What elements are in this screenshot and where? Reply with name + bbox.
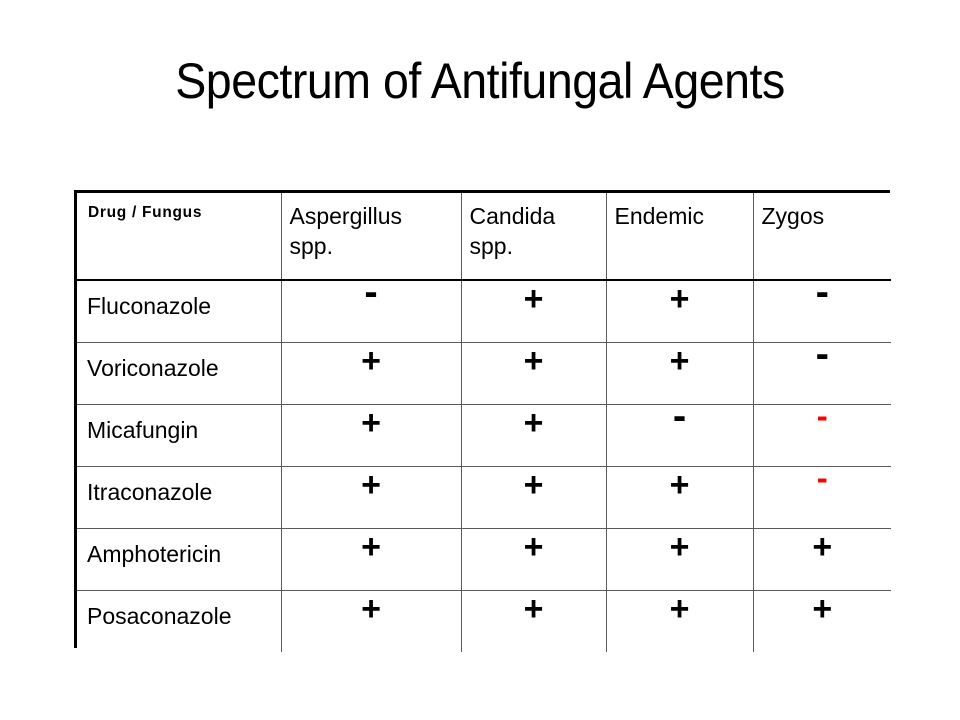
drug-name-cell: Voriconazole xyxy=(77,342,282,405)
susceptibility-cell: + xyxy=(461,590,607,652)
susceptibility-cell: + xyxy=(753,528,891,591)
column-header-line2: spp. xyxy=(469,233,513,259)
susceptibility-cell: - xyxy=(281,270,462,343)
susceptibility-cell: + xyxy=(606,466,754,529)
susceptibility-symbol: + xyxy=(812,528,833,566)
susceptibility-cell: + xyxy=(461,280,607,343)
drug-name-cell: Fluconazole xyxy=(77,280,282,343)
susceptibility-cell: + xyxy=(606,590,754,652)
susceptibility-cell: - xyxy=(606,394,754,467)
susceptibility-cell: - xyxy=(753,397,891,467)
susceptibility-cell: + xyxy=(281,404,462,467)
susceptibility-symbol: - xyxy=(672,394,687,438)
table-row: Itraconazole + + + - xyxy=(77,459,891,529)
column-header-line2: spp. xyxy=(289,233,333,259)
drug-name-label: Voriconazole xyxy=(87,355,219,381)
drug-name-cell: Posaconazole xyxy=(77,590,282,652)
susceptibility-symbol: + xyxy=(523,466,544,504)
susceptibility-symbol: - xyxy=(816,459,828,496)
susceptibility-symbol: + xyxy=(812,590,833,628)
susceptibility-symbol: + xyxy=(361,528,381,566)
column-header-drug: Drug / Fungus xyxy=(77,193,282,281)
susceptibility-symbol: + xyxy=(669,590,690,628)
susceptibility-cell: - xyxy=(753,332,891,405)
column-header-line1: Aspergillus xyxy=(289,203,403,229)
susceptibility-cell: + xyxy=(461,466,607,529)
susceptibility-cell: + xyxy=(281,528,462,591)
drug-name-cell: Amphotericin xyxy=(77,528,282,591)
page-title: Spectrum of Antifungal Agents xyxy=(175,53,785,109)
susceptibility-cell: + xyxy=(606,528,754,591)
table-row: Posaconazole + + + + xyxy=(77,590,891,652)
drug-name-cell: Micafungin xyxy=(77,404,282,467)
susceptibility-cell: + xyxy=(753,590,891,652)
susceptibility-symbol: - xyxy=(364,270,378,314)
susceptibility-cell: + xyxy=(461,342,607,405)
susceptibility-symbol: + xyxy=(523,280,544,318)
susceptibility-symbol: - xyxy=(815,332,829,376)
susceptibility-symbol: + xyxy=(361,404,381,442)
susceptibility-symbol: + xyxy=(523,342,544,380)
susceptibility-cell: + xyxy=(281,466,462,529)
susceptibility-cell: + xyxy=(606,280,754,343)
susceptibility-symbol: + xyxy=(669,528,690,566)
drug-name-label: Micafungin xyxy=(87,417,199,443)
column-header-label: Drug / Fungus xyxy=(88,204,203,221)
column-header-label: Aspergillus spp. xyxy=(282,193,461,261)
column-header-line1: Endemic xyxy=(614,203,704,229)
susceptibility-symbol: + xyxy=(361,342,381,380)
susceptibility-cell: + xyxy=(281,342,462,405)
drug-name-label: Fluconazole xyxy=(87,293,212,319)
column-header-candida: Candida spp. xyxy=(461,193,607,281)
column-header-label: Candida spp. xyxy=(462,193,606,261)
susceptibility-symbol: + xyxy=(361,590,381,628)
susceptibility-symbol: + xyxy=(523,590,544,628)
column-header-line1: Zygos xyxy=(761,203,825,229)
susceptibility-symbol: + xyxy=(523,528,544,566)
drug-name-label: Amphotericin xyxy=(87,541,222,567)
table-row: Micafungin + + - - xyxy=(77,394,891,467)
column-header-line1: Candida xyxy=(469,203,556,229)
column-header-label: Zygos xyxy=(754,193,892,231)
drug-name-label: Itraconazole xyxy=(87,479,213,505)
drug-name-label: Posaconazole xyxy=(87,603,232,629)
antifungal-spectrum-table: Drug / Fungus Aspergillus spp. Candida spp. E… xyxy=(74,190,891,652)
column-header-endemic: Endemic xyxy=(606,193,754,281)
column-header-label: Endemic xyxy=(607,193,753,231)
susceptibility-symbol: + xyxy=(669,466,690,504)
drug-name-cell: Itraconazole xyxy=(77,466,282,529)
susceptibility-symbol: - xyxy=(816,397,828,434)
susceptibility-cell: + xyxy=(461,404,607,467)
susceptibility-symbol: + xyxy=(669,342,690,380)
susceptibility-symbol: + xyxy=(669,280,690,318)
table-row: Fluconazole - + + - xyxy=(77,270,891,343)
column-header-zygos: Zygos xyxy=(753,193,892,281)
column-header-aspergillus: Aspergillus spp. xyxy=(281,193,462,281)
spectrum-grid: Drug / Fungus Aspergillus spp. Candida spp. E… xyxy=(77,193,891,652)
table-header-row: Drug / Fungus Aspergillus spp. Candida spp. E… xyxy=(77,193,892,281)
susceptibility-cell: + xyxy=(461,528,607,591)
table-row: Voriconazole + + + - xyxy=(77,332,891,405)
susceptibility-symbol: + xyxy=(523,404,544,442)
table-row: Amphotericin + + + + xyxy=(77,528,891,591)
susceptibility-cell: + xyxy=(281,590,462,652)
susceptibility-symbol: - xyxy=(815,270,829,314)
slide-canvas: Spectrum of Antifungal Agents Drug / Fun… xyxy=(0,0,960,720)
susceptibility-symbol: + xyxy=(361,466,381,504)
susceptibility-cell: - xyxy=(753,459,891,529)
